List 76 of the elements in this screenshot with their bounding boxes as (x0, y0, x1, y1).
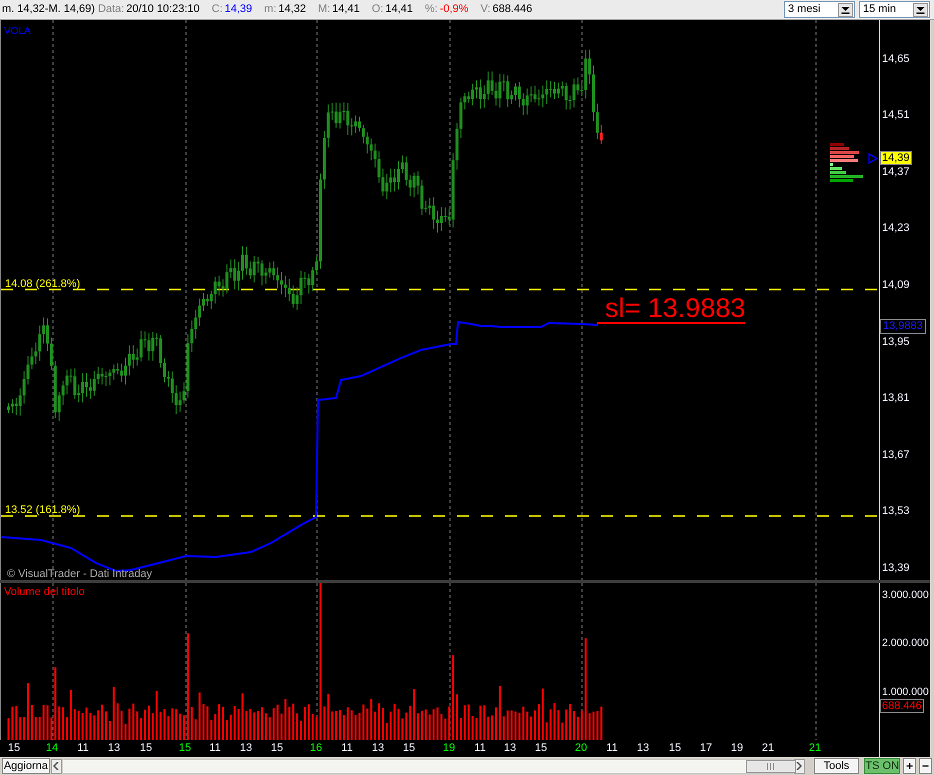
time-axis-label: 16 (310, 742, 322, 755)
time-axis-label: 11 (341, 742, 353, 755)
field-value: 14,41 (332, 3, 360, 16)
time-axis-label: 15 (402, 742, 416, 755)
field-label: O: (372, 3, 384, 16)
time-axis-label: 19 (730, 742, 744, 755)
price-axis-label: 13,95 (882, 336, 910, 348)
time-axis-label: 11 (209, 742, 221, 755)
last-price-tag: 14,39 (880, 151, 912, 165)
field-value: -0,9% (440, 3, 468, 16)
time-axis-label: 13 (372, 742, 384, 755)
time-axis-label: 13 (108, 742, 120, 755)
time-axis-label: 11 (77, 742, 89, 755)
volume-panel-title: Volume del titolo (4, 586, 85, 599)
price-axis-label: 14,65 (882, 52, 910, 66)
time-axis-label: 19 (442, 742, 456, 755)
volume-axis-label: 1.000.000 (882, 686, 929, 698)
caret-icon (913, 2, 928, 16)
scrollbar-thumb[interactable] (746, 760, 796, 772)
stop-loss-annotation: sl= 13.9883 (597, 295, 746, 324)
time-axis-label: 15 (534, 742, 548, 755)
price-marker-icon (868, 153, 878, 164)
time-axis-label: 13 (504, 742, 516, 755)
fibonacci-level-label: 13.52 (161.8%) (5, 504, 80, 517)
time-axis-label: 14 (46, 742, 58, 755)
field-label: V: (480, 3, 490, 16)
interval-dropdown[interactable]: 15 min (859, 1, 930, 18)
price-axis-label: 14,37 (882, 166, 910, 178)
price-axis-label: 13,81 (882, 392, 910, 406)
price-axis-label: 13,39 (882, 562, 910, 575)
refresh-button[interactable]: Aggiorna (2, 758, 50, 774)
price-axis-label: 13,67 (882, 448, 910, 462)
field-label: C: (212, 3, 223, 16)
field-label: m: (264, 3, 276, 16)
field-label: Data: (98, 3, 124, 16)
field-value: 14,32 (278, 3, 306, 16)
time-axis-label: 15 (140, 742, 152, 755)
last-volume-tag: 688.446 (880, 699, 924, 713)
price-axis-label: 14,09 (882, 278, 910, 292)
volume-axis-label: 3.000.000 (882, 588, 929, 602)
time-axis-label: 21 (762, 742, 774, 755)
time-axis-label: 11 (474, 742, 486, 755)
zoom-out-button[interactable]: − (919, 758, 932, 774)
time-axis-label: 21 (808, 742, 822, 755)
caret-icon (838, 2, 853, 16)
ts-toggle-button[interactable]: TS ON (864, 758, 900, 774)
time-axis-label: 15 (178, 742, 192, 755)
field-label: M: (318, 3, 330, 16)
fibonacci-level-label: 14.08 (261.8%) (5, 278, 80, 290)
time-axis-label: 15 (270, 742, 284, 755)
period-dropdown[interactable]: 3 mesi (784, 1, 855, 18)
time-axis-label: 13 (240, 742, 252, 755)
copyright-text: © VisualTrader - Dati Intraday (7, 568, 152, 581)
field-value: 14,41 (385, 3, 413, 16)
time-axis-label: 15 (8, 742, 20, 755)
time-axis-label: 15 (668, 742, 682, 755)
field-label: %: (424, 3, 438, 16)
chevron-left-icon (53, 762, 60, 770)
price-axis-label: 14,23 (882, 222, 910, 236)
field-value: 20/10 10:23:10 (126, 3, 200, 16)
stop-loss-tag: 13,9883 (880, 319, 926, 334)
price-axis-label: 14,51 (882, 109, 910, 122)
price-axis-label: 13,53 (882, 505, 910, 518)
field-value: 688.446 (492, 3, 532, 16)
time-axis-label: 20 (574, 742, 588, 755)
tools-button[interactable]: Tools (814, 758, 860, 774)
time-axis-label: 17 (700, 742, 712, 755)
chevron-right-icon (796, 762, 802, 770)
price-range-text: m. 14,32-M. 14,69) (2, 3, 95, 16)
field-value: 14,39 (224, 3, 252, 16)
scroll-left-button[interactable] (50, 758, 62, 774)
time-axis-label: 13 (636, 742, 650, 755)
zoom-in-button[interactable]: + (903, 758, 916, 774)
chart-title: VOLA (4, 25, 31, 38)
volume-axis-label: 2.000.000 (882, 636, 929, 650)
time-axis-label: 11 (606, 742, 618, 755)
